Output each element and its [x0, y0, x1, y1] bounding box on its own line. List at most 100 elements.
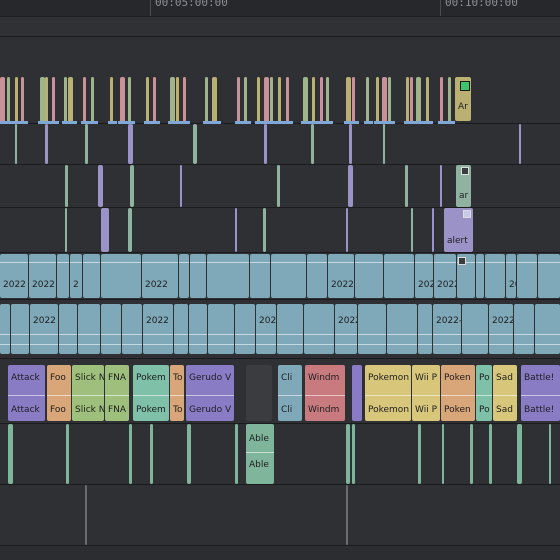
- alert-clip[interactable]: [264, 124, 267, 164]
- game-clip[interactable]: Pokemon Pokemon: [365, 365, 411, 421]
- dated-clip[interactable]: [304, 304, 334, 354]
- marker-clip[interactable]: [346, 77, 351, 123]
- audio-clip[interactable]: [150, 424, 153, 484]
- alert-clip[interactable]: [128, 208, 132, 252]
- marker-clip[interactable]: [448, 77, 451, 123]
- dated-clip[interactable]: [0, 304, 10, 354]
- video-track-alerts-c[interactable]: alert: [0, 208, 560, 253]
- alert-clip[interactable]: [85, 124, 88, 164]
- marker-clip[interactable]: [352, 77, 355, 123]
- marker-clip[interactable]: [312, 77, 315, 123]
- marker-clip[interactable]: [110, 77, 113, 123]
- game-clip[interactable]: Wii P Wii P: [412, 365, 440, 421]
- marker-clip[interactable]: [416, 77, 421, 123]
- game-clip[interactable]: To To: [170, 365, 184, 421]
- marker-clip[interactable]: [7, 77, 10, 123]
- dated-clip[interactable]: [387, 304, 417, 354]
- game-clip[interactable]: Poken Poken: [441, 365, 475, 421]
- dated-clip[interactable]: 2022: [30, 304, 58, 354]
- marker-clip[interactable]: [286, 77, 289, 123]
- dated-clip[interactable]: [277, 304, 303, 354]
- game-clip[interactable]: Gerudo V Gerudo V: [186, 365, 234, 421]
- alert-clip[interactable]: [45, 124, 48, 164]
- marker-clip[interactable]: [382, 77, 387, 123]
- dated-clip[interactable]: [476, 254, 484, 298]
- marker-clip[interactable]: [183, 77, 186, 123]
- dated-clip[interactable]: 2022-: [434, 254, 456, 298]
- alert-clip[interactable]: [277, 165, 280, 207]
- dated-clip[interactable]: 2022-12: [433, 304, 461, 354]
- dated-clip[interactable]: [535, 304, 560, 354]
- marker-clip[interactable]: [64, 77, 67, 123]
- video-track-dated-b[interactable]: 2022 2022 2022 2022- 2022-12 2022-: [0, 300, 560, 359]
- marker-clip[interactable]: [146, 77, 149, 123]
- video-track-dated-a[interactable]: 2022 2022 2 2022 2022 2022 2022- 2022: [0, 253, 560, 300]
- alert-clip[interactable]: [311, 124, 314, 164]
- video-track-alerts-a[interactable]: [0, 124, 560, 165]
- game-clip[interactable]: FNA FNA: [105, 365, 129, 421]
- game-clip[interactable]: Po Po: [476, 365, 492, 421]
- alert-clip[interactable]: [180, 165, 182, 207]
- marker-clip[interactable]: [303, 77, 308, 123]
- alert-clip[interactable]: [65, 208, 67, 252]
- audio-clip[interactable]: [418, 424, 421, 484]
- alert-clip[interactable]: [348, 165, 353, 207]
- dated-clip[interactable]: 2022: [506, 254, 516, 298]
- alert-clip[interactable]: [519, 124, 521, 164]
- dated-clip[interactable]: [307, 254, 327, 298]
- dated-clip[interactable]: [189, 304, 207, 354]
- alert-clip[interactable]: [383, 124, 385, 164]
- marker-clip[interactable]: [91, 77, 94, 123]
- alert-clip[interactable]: [15, 124, 17, 164]
- alert-clip[interactable]: [128, 124, 133, 164]
- dated-clip[interactable]: [235, 304, 255, 354]
- dated-clip[interactable]: [190, 254, 206, 298]
- audio-clip[interactable]: [346, 485, 348, 545]
- marker-clip[interactable]: [244, 77, 247, 123]
- game-clip[interactable]: Sad Sad: [493, 365, 517, 421]
- marker-clip[interactable]: [257, 77, 260, 123]
- timeline-ruler[interactable]: 00:05:00:00 00:10:00:00: [0, 0, 560, 17]
- video-track-alerts-b[interactable]: ar: [0, 165, 560, 208]
- game-clip[interactable]: Attack Attack: [8, 365, 45, 421]
- alert-clip[interactable]: [65, 165, 68, 207]
- alert-clip-ar[interactable]: ar: [456, 165, 471, 207]
- marker-clip[interactable]: [0, 77, 5, 123]
- marker-clip[interactable]: [264, 77, 269, 123]
- marker-clip[interactable]: [68, 77, 73, 123]
- dated-clip[interactable]: [208, 304, 234, 354]
- audio-clip[interactable]: [549, 424, 551, 484]
- alert-clip[interactable]: [98, 165, 103, 207]
- audio-track-b[interactable]: [0, 485, 560, 546]
- game-clip[interactable]: Foo Foo: [47, 365, 71, 421]
- audio-clip[interactable]: [517, 424, 522, 484]
- dated-clip[interactable]: [355, 254, 383, 298]
- marker-clip[interactable]: [21, 77, 24, 123]
- marker-clip[interactable]: [366, 77, 369, 123]
- alert-clip[interactable]: [432, 208, 434, 252]
- marker-clip[interactable]: [205, 77, 208, 123]
- dated-clip[interactable]: 2022: [256, 304, 276, 354]
- game-clip[interactable]: Pokem Pokem: [133, 365, 169, 421]
- alert-clip[interactable]: [263, 208, 266, 252]
- alert-clip[interactable]: [101, 208, 109, 252]
- dated-clip[interactable]: 2022: [142, 254, 178, 298]
- audio-clip-able[interactable]: Able Able: [246, 424, 274, 484]
- marker-clip[interactable]: [237, 77, 240, 123]
- dated-clip[interactable]: 2022-: [489, 304, 513, 354]
- marker-clip[interactable]: [153, 77, 156, 123]
- marker-clip[interactable]: [388, 77, 391, 123]
- audio-clip[interactable]: [66, 424, 69, 484]
- marker-clip[interactable]: [326, 77, 329, 123]
- audio-clip[interactable]: [235, 424, 238, 484]
- dated-clip[interactable]: 2022: [29, 254, 56, 298]
- marker-clip[interactable]: [410, 77, 413, 123]
- dated-clip[interactable]: 2022: [143, 304, 173, 354]
- marker-clip[interactable]: [128, 77, 131, 123]
- dated-clip[interactable]: [59, 304, 77, 354]
- marker-clip[interactable]: [426, 77, 429, 123]
- dated-clip[interactable]: [101, 304, 121, 354]
- marker-clip[interactable]: [406, 77, 409, 123]
- dated-clip[interactable]: [207, 254, 249, 298]
- audio-clip[interactable]: [442, 424, 444, 484]
